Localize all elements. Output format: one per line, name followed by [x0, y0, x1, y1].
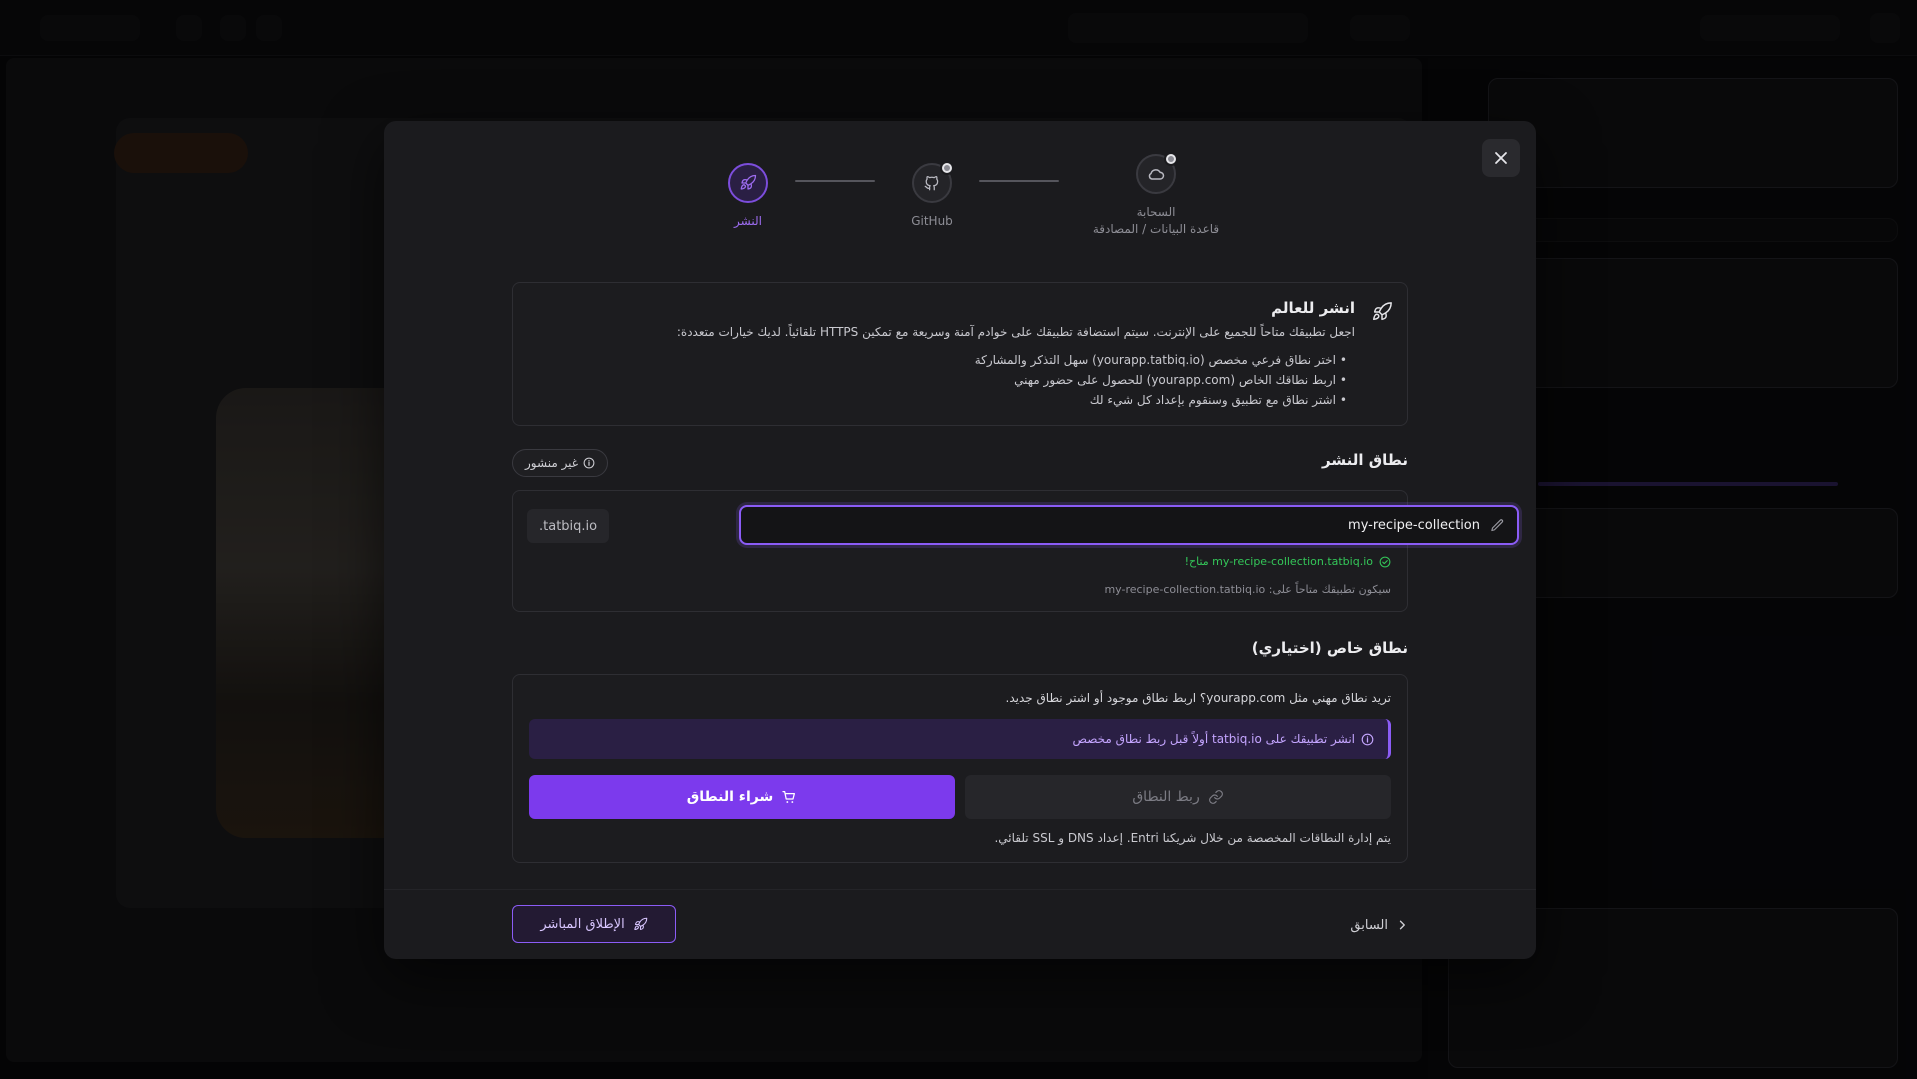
step-connector	[795, 180, 875, 182]
publish-domain-card: .tatbiq.io my-recipe-collection.tatbiq.i…	[512, 490, 1519, 612]
step-cloud-circle	[1136, 152, 1178, 194]
rocket-icon	[740, 174, 757, 190]
publish-domain-title: نطاق النشر	[1321, 451, 1408, 469]
step-connector	[979, 180, 1059, 182]
intro-bullet-list: اختر نطاق فرعي مخصص (yourapp.tatbiq.io) …	[975, 350, 1347, 410]
subdomain-field[interactable]	[739, 505, 1519, 545]
chevron-right-icon	[1399, 920, 1405, 930]
step-cloud[interactable]: السحابة قاعدة البيانات / المصادقة	[1081, 152, 1231, 239]
check-circle-icon	[1379, 556, 1391, 567]
status-badge: غير منشور	[512, 449, 609, 477]
publish-first-notice: انشر تطبيقك على tatbiq.io أولاً قبل ربط …	[529, 719, 1391, 759]
list-item: اشتر نطاق مع تطبيق وسنقوم بإعداد كل شيء …	[975, 390, 1347, 410]
step-complete-badge	[1164, 152, 1178, 166]
publish-modal: السحابة قاعدة البيانات / المصادقة GitHub…	[384, 121, 1536, 959]
link-domain-button[interactable]: ربط النطاق	[965, 775, 1391, 819]
step-complete-badge	[940, 161, 954, 175]
link-icon	[1208, 790, 1223, 804]
launch-button[interactable]: الإطلاق المباشر	[512, 905, 676, 943]
github-icon	[924, 176, 939, 191]
cart-icon	[782, 791, 796, 803]
list-item: اختر نطاق فرعي مخصص (yourapp.tatbiq.io) …	[975, 350, 1347, 370]
close-icon	[1495, 152, 1507, 164]
intro-title: انشر للعالم	[1271, 299, 1355, 317]
availability-text: my-recipe-collection.tatbiq.io متاح!	[1184, 555, 1373, 568]
step-github-label: GitHub	[911, 214, 953, 228]
intro-description: اجعل تطبيقك متاحاً للجميع على الإنترنت. …	[676, 325, 1355, 339]
rocket-icon	[1371, 301, 1393, 327]
step-github-circle	[912, 161, 954, 203]
previous-label: السابق	[1350, 917, 1388, 933]
domain-suffix: .tatbiq.io	[527, 509, 610, 543]
custom-domain-title: نطاق خاص (اختياري)	[1251, 639, 1408, 657]
rocket-icon	[634, 917, 647, 930]
custom-domain-description: تريد نطاق مهني مثل yourapp.com؟ اربط نطا…	[1005, 691, 1392, 705]
launch-label: الإطلاق المباشر	[540, 916, 625, 932]
step-cloud-label: السحابة قاعدة البيانات / المصادقة	[1093, 204, 1219, 239]
custom-domain-footnote: يتم إدارة النطاقات المخصصة من خلال شريكن…	[994, 831, 1391, 845]
subdomain-input[interactable]	[753, 517, 1480, 533]
link-domain-label: ربط النطاق	[1132, 789, 1200, 805]
intro-card: انشر للعالم اجعل تطبيقك متاحاً للجميع عل…	[512, 282, 1408, 426]
app-url-hint: سيكون تطبيقك متاحاً على: my-recipe-colle…	[1104, 583, 1391, 596]
cloud-icon	[1148, 169, 1165, 180]
buy-domain-button[interactable]: شراء النطاق	[529, 775, 955, 819]
step-publish-circle	[728, 163, 768, 203]
close-button[interactable]	[1482, 139, 1520, 177]
step-cloud-sublabel: قاعدة البيانات / المصادقة	[1092, 222, 1220, 237]
notice-text: انشر تطبيقك على tatbiq.io أولاً قبل ربط …	[1072, 732, 1355, 746]
custom-domain-card: تريد نطاق مهني مثل yourapp.com؟ اربط نطا…	[512, 674, 1408, 863]
list-item: اربط نطاقك الخاص (yourapp.com) للحصول عل…	[975, 370, 1347, 390]
info-icon	[1361, 733, 1374, 745]
previous-button[interactable]: السابق	[1350, 910, 1408, 940]
step-publish[interactable]: النشر	[718, 163, 778, 230]
step-github[interactable]: GitHub	[902, 161, 962, 230]
availability-status: my-recipe-collection.tatbiq.io متاح!	[1185, 555, 1391, 568]
buy-domain-label: شراء النطاق	[686, 789, 774, 805]
step-publish-label: النشر	[734, 214, 762, 228]
info-icon	[583, 457, 595, 469]
status-badge-label: غير منشور	[525, 456, 579, 470]
pencil-icon	[1491, 518, 1504, 531]
